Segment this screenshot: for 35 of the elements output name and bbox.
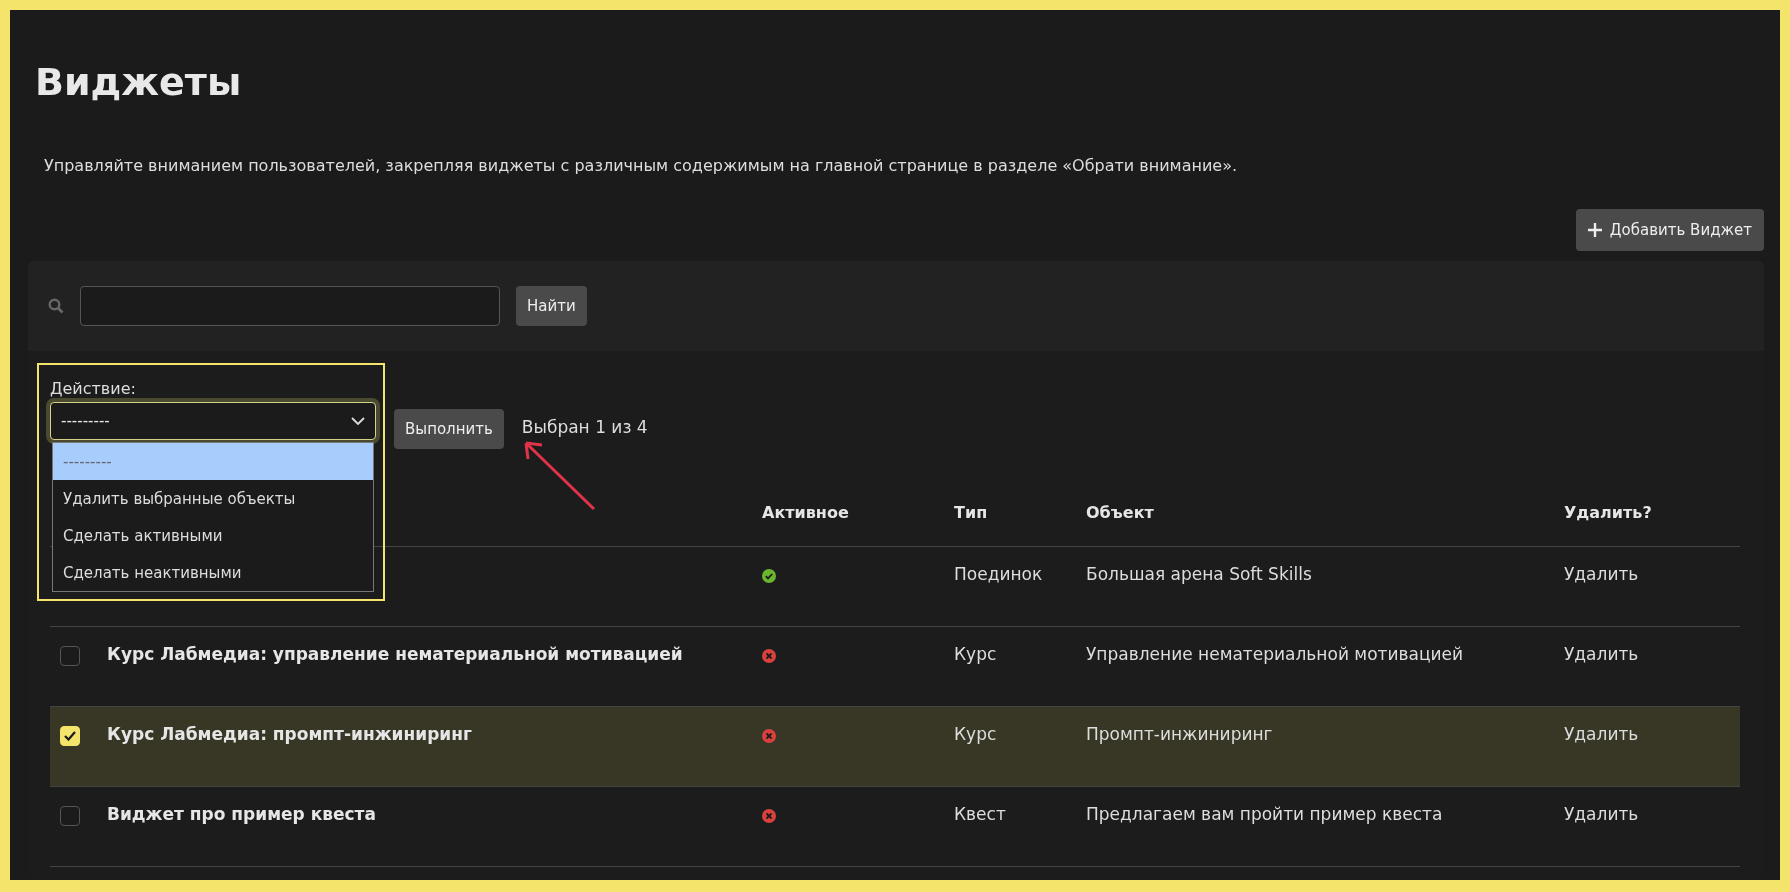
column-header: Активное bbox=[762, 503, 850, 522]
column-header: Объект bbox=[1086, 503, 1155, 522]
type-cell-text: Поединок bbox=[954, 564, 1044, 584]
dropdown-option[interactable]: Сделать неактивными bbox=[53, 554, 373, 591]
delete-link[interactable]: Удалить bbox=[1564, 644, 1740, 664]
chevron-down-icon bbox=[351, 417, 365, 425]
page-title: Виджеты bbox=[35, 60, 243, 104]
search-icon bbox=[48, 298, 64, 314]
plus-icon bbox=[1587, 223, 1602, 237]
dropdown-option[interactable]: Сделать активными bbox=[53, 517, 373, 554]
object-cell-text: Предлагаем вам пройти пример квеста bbox=[1086, 804, 1444, 824]
add-widget-button[interactable]: Добавить Виджет bbox=[1575, 209, 1764, 251]
selection-counter: Выбран 1 из 4 bbox=[521, 417, 648, 437]
row-checkbox[interactable] bbox=[60, 646, 80, 666]
widget-title[interactable]: Курс Лабмедиа: промпт-инжиниринг bbox=[107, 724, 762, 744]
run-button[interactable]: Выполнить bbox=[394, 409, 504, 449]
dropdown-option[interactable]: Удалить выбранные объекты bbox=[53, 480, 373, 517]
delete-link[interactable]: Удалить bbox=[1564, 564, 1740, 584]
object-cell-text: Промпт-инжиниринг bbox=[1086, 724, 1274, 744]
widget-title[interactable]: Курс Лабмедиа: управление нематериальной мотивацией bbox=[107, 644, 762, 664]
type-cell-text: Курс bbox=[954, 724, 998, 744]
search-button[interactable]: Найти bbox=[516, 286, 587, 326]
delete-link[interactable]: Удалить bbox=[1564, 804, 1740, 824]
delete-link[interactable]: Удалить bbox=[1564, 724, 1740, 744]
column-header: Удалить? bbox=[1564, 503, 1653, 522]
checkmark-icon bbox=[64, 731, 76, 741]
type-cell-text: Курс bbox=[954, 644, 998, 664]
action-label: Действие: bbox=[50, 379, 137, 398]
row-checkbox[interactable] bbox=[60, 806, 80, 826]
widget-title[interactable]: Виджет про пример квеста bbox=[107, 804, 762, 824]
page-description: Управляйте вниманием пользователей, закрепляя виджеты с различным содержимым на главной странице в разделе «Обрати внимание». bbox=[44, 156, 1239, 175]
column-header: Тип bbox=[954, 503, 989, 522]
type-cell-text: Квест bbox=[954, 804, 1007, 824]
object-cell-text: Управление нематериальной мотивацией bbox=[1086, 644, 1465, 664]
object-cell-text: Большая арена Soft Skills bbox=[1086, 564, 1313, 584]
